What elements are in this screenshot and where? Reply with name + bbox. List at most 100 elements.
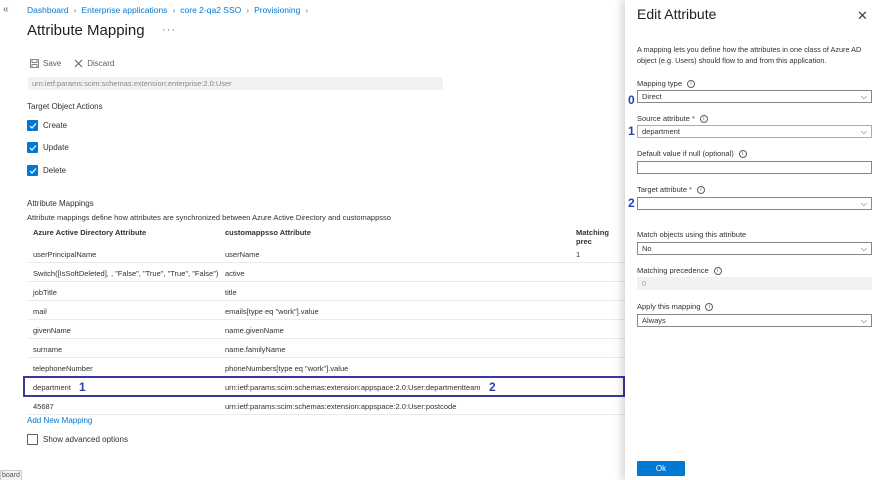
source-cell: surname — [33, 345, 63, 354]
match-objects-dropdown[interactable]: No ⌵ — [637, 242, 872, 255]
source-attribute-dropdown[interactable]: department ⌵ — [637, 125, 872, 138]
table-row[interactable]: mail emails[type eq "work"].value — [27, 301, 625, 320]
breadcrumb-enterprise-apps[interactable]: Enterprise applications — [81, 5, 167, 15]
apply-mapping-label: Apply this mapping i — [637, 302, 714, 311]
info-icon[interactable]: i — [713, 266, 722, 275]
source-cell: jobTitle — [33, 288, 57, 297]
match-objects-label-text: Match objects using this attribute — [637, 230, 747, 239]
mapping-type-dropdown[interactable]: Direct ⌵ — [637, 90, 872, 103]
precedence-cell: 1 — [576, 250, 581, 259]
target-cell: phoneNumbers[type eq "work"].value — [225, 364, 349, 373]
save-icon — [29, 58, 39, 68]
info-icon[interactable]: i — [738, 149, 747, 158]
required-marker: * — [689, 185, 692, 194]
matching-precedence-label: Matching precedence i — [637, 266, 722, 275]
save-button[interactable]: Save — [29, 58, 61, 68]
delete-checkbox[interactable]: Delete — [27, 165, 66, 176]
source-cell: telephoneNumber — [33, 364, 93, 373]
mapping-type-label-text: Mapping type — [637, 79, 683, 88]
annotation-marker-target-attribute: 2 — [628, 196, 635, 210]
panel-title: Edit Attribute — [637, 6, 717, 22]
info-icon[interactable]: i — [705, 302, 714, 311]
chevron-right-icon: › — [172, 5, 176, 15]
table-row[interactable]: givenName name.givenName — [27, 320, 625, 339]
default-value-label-text: Default value if null (optional) — [637, 149, 734, 158]
ok-button[interactable]: Ok — [637, 461, 685, 476]
table-row[interactable]: userPrincipalName userName 1 — [27, 244, 625, 263]
attribute-mappings-heading: Attribute Mappings — [27, 199, 94, 208]
mapping-type-value: Direct — [642, 92, 662, 101]
checkbox-checked-icon — [27, 142, 38, 153]
create-checkbox[interactable]: Create — [27, 120, 67, 131]
create-label: Create — [43, 121, 68, 130]
apply-mapping-dropdown[interactable]: Always ⌵ — [637, 314, 872, 327]
source-cell: Switch([IsSoftDeleted], , "False", "True… — [33, 269, 219, 278]
target-attribute-dropdown[interactable]: ⌵ — [637, 197, 872, 210]
default-value-label: Default value if null (optional) i — [637, 149, 747, 158]
more-options-icon[interactable]: ··· — [162, 24, 176, 36]
match-objects-label: Match objects using this attribute — [637, 230, 746, 239]
source-attribute-value: department — [642, 127, 680, 136]
edit-attribute-panel: Edit Attribute ✕ A mapping lets you defi… — [625, 0, 881, 480]
target-cell: urn:ietf:params:scim:schemas:extension:a… — [225, 402, 457, 411]
column-header-target[interactable]: customappsso Attribute — [225, 228, 311, 237]
discard-label: Discard — [87, 58, 115, 68]
source-cell: givenName — [33, 326, 71, 335]
table-row[interactable]: 45687 urn:ietf:params:scim:schemas:exten… — [27, 396, 625, 415]
chevron-right-icon: › — [73, 5, 77, 15]
close-icon[interactable]: ✕ — [857, 8, 868, 24]
checkbox-checked-icon — [27, 165, 38, 176]
table-row[interactable]: Switch([IsSoftDeleted], , "False", "True… — [27, 263, 625, 282]
bottom-tab[interactable]: board — [0, 470, 22, 480]
checkbox-unchecked-icon — [27, 434, 38, 445]
chevron-left-icon[interactable]: « — [3, 4, 9, 15]
table-row[interactable]: surname name.familyName — [27, 339, 625, 358]
chevron-down-icon: ⌵ — [860, 316, 867, 325]
matching-precedence-field: 0 — [637, 277, 872, 290]
update-label: Update — [43, 143, 69, 152]
source-cell: mail — [33, 307, 47, 316]
breadcrumb-app[interactable]: core 2-qa2 SSO — [180, 5, 241, 15]
chevron-down-icon: ⌵ — [860, 244, 867, 253]
annotation-marker-target: 2 — [489, 380, 496, 394]
attribute-mappings-description: Attribute mappings define how attributes… — [27, 213, 391, 222]
info-icon[interactable]: i — [687, 79, 696, 88]
discard-icon — [73, 58, 83, 68]
target-cell: emails[type eq "work"].value — [225, 307, 319, 316]
info-icon[interactable]: i — [699, 114, 708, 123]
breadcrumb-dashboard[interactable]: Dashboard — [27, 5, 69, 15]
target-attribute-label-text: Target attribute — [637, 185, 688, 194]
breadcrumb-provisioning[interactable]: Provisioning — [254, 5, 300, 15]
target-attribute-label: Target attribute * i — [637, 185, 705, 194]
collapsed-nav: « — [0, 0, 12, 480]
save-label: Save — [43, 58, 62, 68]
source-cell: 45687 — [33, 402, 54, 411]
discard-button[interactable]: Discard — [73, 58, 114, 68]
table-row[interactable]: telephoneNumber phoneNumbers[type eq "wo… — [27, 358, 625, 377]
source-cell: userPrincipalName — [33, 250, 97, 259]
chevron-down-icon: ⌵ — [860, 127, 867, 136]
checkbox-checked-icon — [27, 120, 38, 131]
chevron-right-icon: › — [246, 5, 250, 15]
target-cell: name.familyName — [225, 345, 286, 354]
page-title: Attribute Mapping — [27, 22, 145, 39]
toolbar: Save Discard — [29, 58, 126, 68]
schema-urn-field: urn:ietf:params:scim:schemas:extension:e… — [28, 77, 443, 90]
delete-label: Delete — [43, 166, 67, 175]
info-icon[interactable]: i — [696, 185, 705, 194]
apply-mapping-value: Always — [642, 316, 666, 325]
target-actions-heading: Target Object Actions — [27, 102, 103, 111]
required-marker: * — [691, 114, 695, 123]
chevron-down-icon: ⌵ — [860, 199, 867, 208]
update-checkbox[interactable]: Update — [27, 142, 69, 153]
add-new-mapping-link[interactable]: Add New Mapping — [27, 416, 92, 425]
chevron-right-icon: › — [305, 5, 309, 15]
match-objects-value: No — [642, 244, 652, 253]
table-row[interactable]: jobTitle title — [27, 282, 625, 301]
show-advanced-checkbox[interactable]: Show advanced options — [27, 434, 128, 445]
annotation-marker-mapping-type: 0 — [628, 93, 635, 107]
apply-mapping-label-text: Apply this mapping — [637, 302, 701, 311]
column-header-source[interactable]: Azure Active Directory Attribute — [33, 228, 146, 237]
annotation-marker-source-attribute: 1 — [628, 124, 635, 138]
default-value-input[interactable] — [637, 161, 872, 174]
